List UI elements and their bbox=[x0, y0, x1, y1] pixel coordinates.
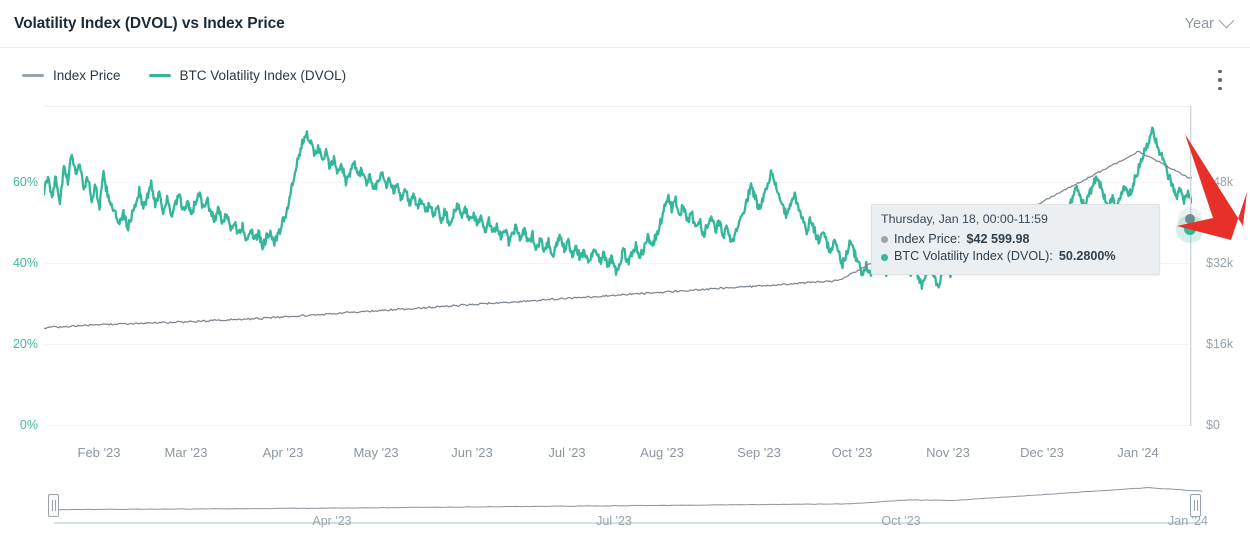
x-axis-tick-jan24: Jan '24 bbox=[1098, 445, 1178, 460]
chart-widget: Volatility Index (DVOL) vs Index Price Y… bbox=[0, 0, 1250, 546]
y-axis-left-tick-60: 60% bbox=[0, 175, 38, 189]
x-axis-tick-apr23: Apr '23 bbox=[243, 445, 323, 460]
navigator-line-index-price bbox=[54, 488, 1202, 510]
chart-tooltip: Thursday, Jan 18, 00:00-11:59 Index Pric… bbox=[871, 204, 1160, 275]
tooltip-row-dvol: BTC Volatility Index (DVOL): 50.2800% bbox=[881, 248, 1150, 266]
legend-label-dvol: BTC Volatility Index (DVOL) bbox=[180, 68, 347, 83]
legend-swatch-dvol bbox=[149, 74, 171, 77]
chevron-down-icon bbox=[1219, 13, 1235, 29]
kebab-dot bbox=[1218, 87, 1221, 90]
kebab-menu-icon[interactable] bbox=[1211, 66, 1229, 94]
x-axis-tick-sep23: Sep '23 bbox=[719, 445, 799, 460]
navigator-tick-oct23: Oct '23 bbox=[841, 514, 961, 528]
y-axis-right-tick-32k: $32k bbox=[1206, 256, 1233, 270]
kebab-dot bbox=[1218, 78, 1221, 81]
x-axis-tick-jul23: Jul '23 bbox=[527, 445, 607, 460]
navigator-tick-jan24: Jan '24 bbox=[1128, 514, 1248, 528]
x-axis-tick-mar23: Mar '23 bbox=[146, 445, 226, 460]
range-dropdown-label: Year bbox=[1185, 16, 1214, 32]
x-axis-tick-nov23: Nov '23 bbox=[908, 445, 988, 460]
tooltip-row-index-price: Index Price: $42 599.98 bbox=[881, 231, 1150, 249]
legend-item-index-price[interactable]: Index Price bbox=[22, 68, 121, 83]
x-axis-tick-aug23: Aug '23 bbox=[622, 445, 702, 460]
legend-swatch-index-price bbox=[22, 74, 44, 77]
tooltip-date: Thursday, Jan 18, 00:00-11:59 bbox=[881, 211, 1150, 229]
x-axis-tick-oct23: Oct '23 bbox=[812, 445, 892, 460]
tooltip-value-index-price: $42 599.98 bbox=[967, 231, 1030, 249]
chart-legend: Index Price BTC Volatility Index (DVOL) bbox=[22, 68, 346, 83]
tooltip-value-dvol: 50.2800% bbox=[1059, 248, 1116, 266]
range-dropdown[interactable]: Year bbox=[1185, 16, 1236, 32]
crosshair-line bbox=[1190, 106, 1191, 426]
navigator-tick-apr23: Apr '23 bbox=[272, 514, 392, 528]
tooltip-label-index-price: Index Price: bbox=[894, 231, 961, 249]
tooltip-dot-index-price bbox=[881, 236, 888, 243]
marker-dvol[interactable] bbox=[1184, 223, 1196, 235]
y-axis-left-tick-20: 20% bbox=[0, 337, 38, 351]
kebab-dot bbox=[1218, 70, 1221, 73]
legend-item-dvol[interactable]: BTC Volatility Index (DVOL) bbox=[149, 68, 347, 83]
legend-label-index-price: Index Price bbox=[53, 68, 121, 83]
x-axis-tick-feb23: Feb '23 bbox=[59, 445, 139, 460]
page-title: Volatility Index (DVOL) vs Index Price bbox=[14, 15, 285, 33]
navigator-handle-left[interactable] bbox=[48, 494, 59, 517]
chart-navigator[interactable]: Apr '23 Jul '23 Oct '23 Jan '24 bbox=[44, 478, 1204, 534]
navigator-tick-jul23: Jul '23 bbox=[554, 514, 674, 528]
y-axis-left-tick-40: 40% bbox=[0, 256, 38, 270]
tooltip-label-dvol: BTC Volatility Index (DVOL): bbox=[894, 248, 1053, 266]
y-axis-right-tick-48k: $48k bbox=[1206, 175, 1233, 189]
tooltip-dot-dvol bbox=[881, 254, 888, 261]
x-axis-tick-dec23: Dec '23 bbox=[1002, 445, 1082, 460]
y-axis-left-tick-0: 0% bbox=[0, 418, 38, 432]
y-axis-right-tick-0: $0 bbox=[1206, 418, 1220, 432]
x-axis-tick-jun23: Jun '23 bbox=[432, 445, 512, 460]
widget-header: Volatility Index (DVOL) vs Index Price Y… bbox=[0, 0, 1250, 48]
x-axis-tick-may23: May '23 bbox=[336, 445, 416, 460]
y-axis-right-tick-16k: $16k bbox=[1206, 337, 1233, 351]
